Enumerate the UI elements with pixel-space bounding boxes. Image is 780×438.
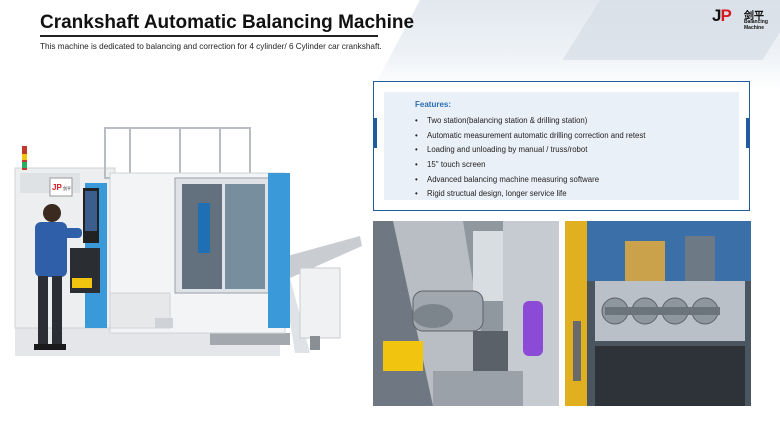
features-list: Two station(balancing station & drilling… xyxy=(415,114,645,202)
title-underline xyxy=(40,35,378,37)
features-panel: Features: Two station(balancing station … xyxy=(373,81,750,211)
drilling-station-photo xyxy=(565,221,751,406)
features-left-accent xyxy=(373,118,377,148)
balancing-station-photo xyxy=(373,221,559,406)
feature-item: 15'' touch screen xyxy=(415,158,645,173)
page-title: Crankshaft Automatic Balancing Machine xyxy=(40,12,415,33)
purple-crankshaft xyxy=(523,301,543,356)
logo-english-text: Balancing Machine xyxy=(744,19,768,31)
machine-logo-text: JP xyxy=(52,183,62,192)
blue-door-panel xyxy=(268,173,290,328)
feature-item: Automatic measurement automatic drilling… xyxy=(415,129,645,144)
company-logo: JP 剑平 Balancing Machine xyxy=(712,6,774,31)
feature-item: Rigid structual design, longer service l… xyxy=(415,187,645,202)
feature-item: Loading and unloading by manual / truss/… xyxy=(415,143,645,158)
features-content: Features: Two station(balancing station … xyxy=(384,92,739,202)
features-heading: Features: xyxy=(415,100,452,109)
features-right-accent xyxy=(746,118,750,148)
feature-item: Two station(balancing station & drilling… xyxy=(415,114,645,129)
machine-logo-chinese: 剑平 xyxy=(63,185,71,191)
logo-mark: JP xyxy=(712,6,732,26)
yellow-guard xyxy=(72,278,92,288)
page-subtitle: This machine is dedicated to balancing a… xyxy=(40,42,382,51)
chip-conveyor xyxy=(280,236,362,353)
top-frame xyxy=(104,127,251,179)
feature-item: Advanced balancing machine measuring sof… xyxy=(415,173,645,188)
machine-illustration: JP 剑平 xyxy=(14,127,362,356)
logo-mark-p: P xyxy=(720,6,731,25)
